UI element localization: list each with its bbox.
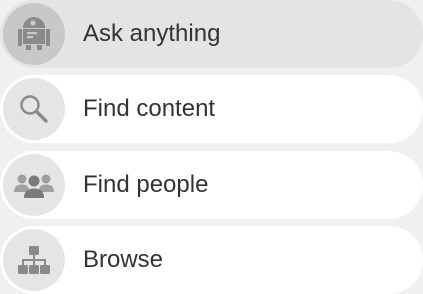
menu-item-label: Find people [83, 171, 209, 198]
menu-item-find-people[interactable]: Find people [0, 151, 423, 219]
menu-item-label: Browse [83, 246, 164, 273]
people-icon [3, 154, 65, 216]
menu-item-ask-anything[interactable]: Ask anything [0, 0, 423, 68]
menu-item-label: Find content [83, 95, 216, 122]
assistant-menu: Ask anything Find content Find people Br… [0, 0, 423, 294]
search-icon [3, 78, 65, 140]
menu-item-browse[interactable]: Browse [0, 226, 423, 294]
robot-icon [3, 3, 65, 65]
menu-item-label: Ask anything [83, 20, 221, 47]
sitemap-icon [3, 229, 65, 291]
menu-item-find-content[interactable]: Find content [0, 75, 423, 143]
